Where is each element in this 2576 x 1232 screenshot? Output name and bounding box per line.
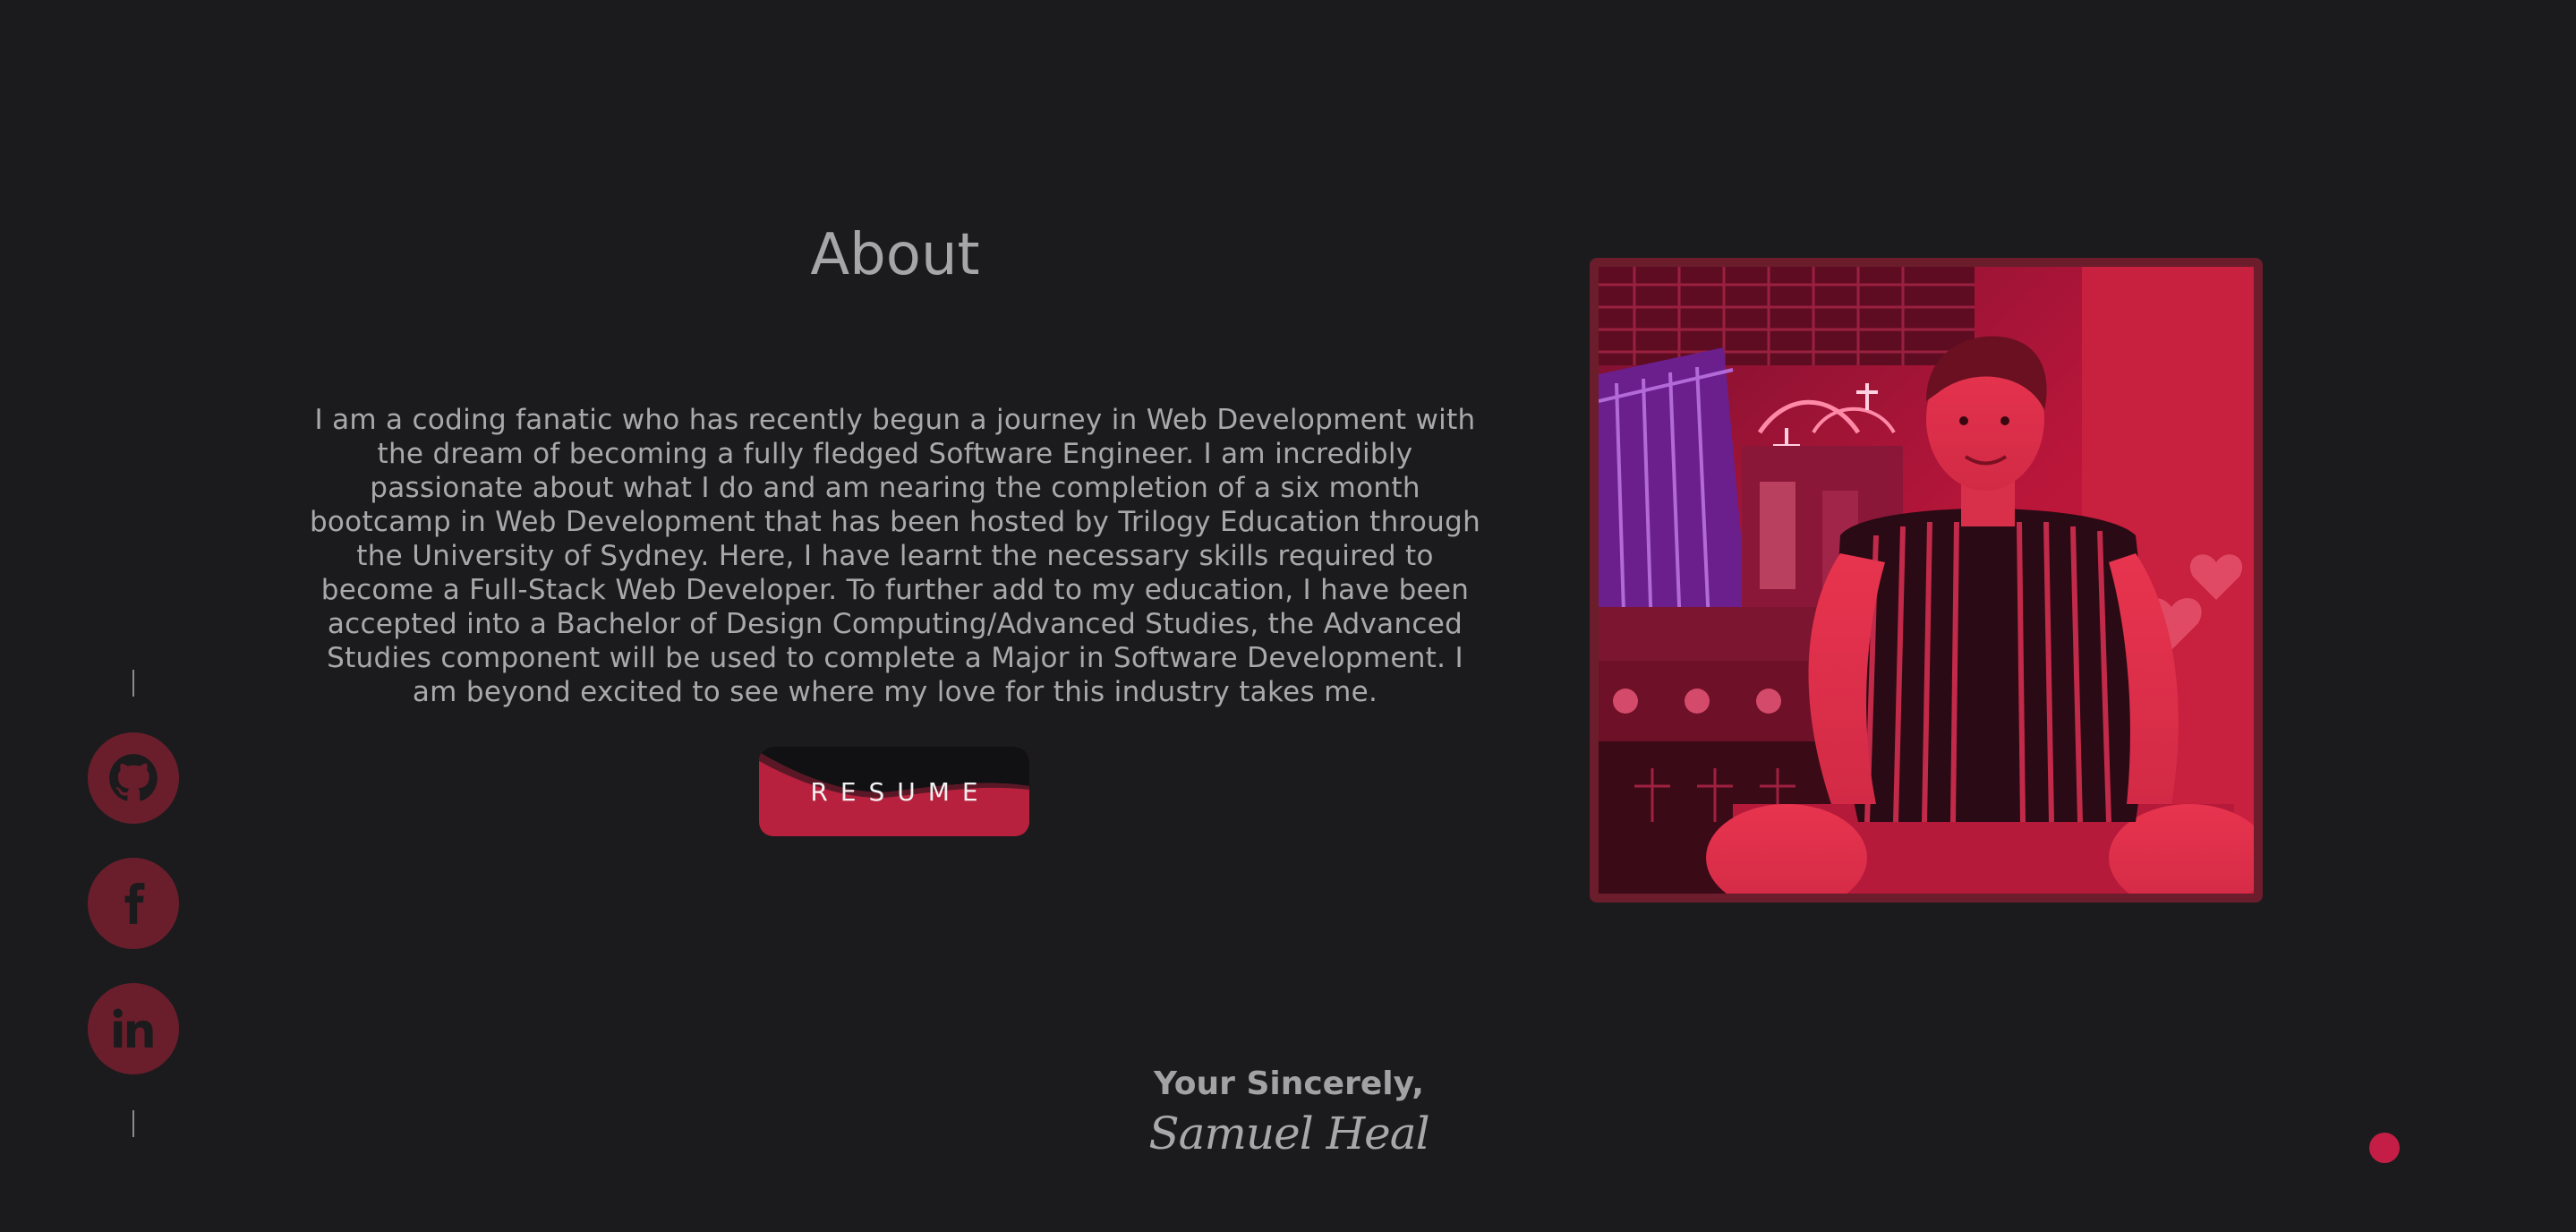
page-title: About [810,222,980,288]
signoff: Your Sincerely, Samuel Heal [1074,1065,1504,1159]
github-icon [109,754,158,801]
resume-button[interactable]: RESUME [759,747,1029,836]
signature: Samuel Heal [1148,1108,1429,1159]
social-divider-top [132,670,134,697]
about-page: About I am a coding fanatic who has rece… [0,0,2576,1232]
linkedin-link[interactable] [88,983,179,1074]
social-links [88,670,179,1137]
social-divider-bottom [132,1110,134,1137]
about-description: I am a coding fanatic who has recently b… [309,404,1481,708]
profile-photo [1590,258,2263,903]
signoff-closing: Your Sincerely, [1154,1065,1424,1102]
profile-photo-image [1599,267,2254,894]
facebook-link[interactable] [88,858,179,949]
scroll-dot-button[interactable] [2369,1133,2400,1163]
facebook-icon [124,883,145,924]
resume-button-label: RESUME [810,776,991,807]
github-link[interactable] [88,732,179,824]
linkedin-icon [113,1008,153,1048]
